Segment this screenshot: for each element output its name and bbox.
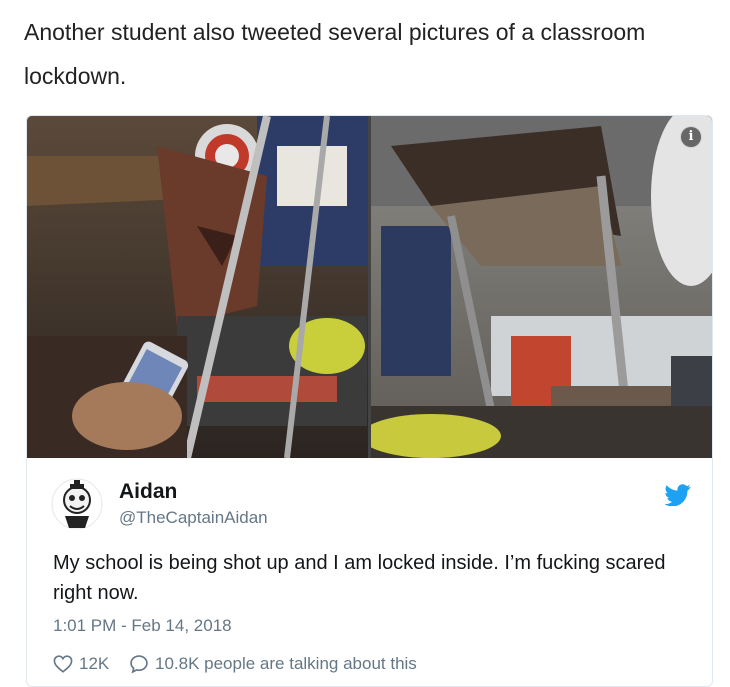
article-intro-text: Another student also tweeted several pic… (24, 19, 646, 89)
heart-icon (53, 655, 73, 673)
tweet-photo-right[interactable] (371, 116, 712, 458)
tweet-photo-left[interactable] (27, 116, 368, 458)
conversation-text: 10.8K people are talking about this (155, 654, 417, 673)
tweet-actions: 12K 10.8K people are talking about this (53, 652, 693, 676)
avatar[interactable] (51, 478, 103, 530)
tweet-author[interactable]: Aidan @TheCaptainAidan (51, 476, 691, 536)
twitter-bird-icon[interactable] (665, 484, 691, 506)
like-count: 12K (79, 654, 110, 673)
tweet-text: My school is being shot up and I am lock… (53, 552, 666, 604)
tweet-embed-card[interactable]: i Aidan @TheCaptainAidan My school is be… (26, 115, 713, 687)
speech-bubble-icon (130, 655, 148, 674)
author-name[interactable]: Aidan (119, 480, 177, 504)
like-button[interactable]: 12K (53, 652, 109, 676)
conversation-link[interactable]: 10.8K people are talking about this (129, 652, 417, 676)
info-icon[interactable]: i (680, 126, 702, 148)
author-handle[interactable]: @TheCaptainAidan (119, 508, 268, 528)
tweet-timestamp[interactable]: 1:01 PM - Feb 14, 2018 (53, 616, 232, 636)
tweet-media[interactable]: i (27, 116, 712, 458)
